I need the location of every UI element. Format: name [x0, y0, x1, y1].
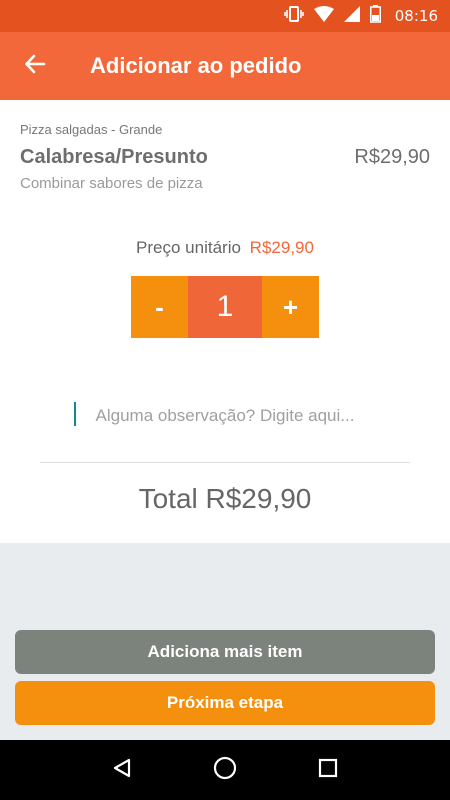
observation-field [40, 396, 410, 436]
observation-input[interactable] [40, 396, 410, 436]
status-time: 08:16 [394, 7, 438, 25]
app-bar: Adicionar ao pedido [0, 32, 450, 100]
back-triangle-icon [111, 757, 133, 784]
arrow-left-icon [24, 53, 46, 80]
product-price: R$29,90 [354, 146, 430, 168]
nav-recents-button[interactable] [308, 750, 348, 790]
order-total: Total R$29,90 [138, 483, 312, 514]
recents-square-icon [318, 758, 338, 783]
quantity-value: 1 [188, 276, 262, 338]
next-step-button[interactable]: Próxima etapa [15, 681, 435, 725]
product-category: Pizza salgadas - Grande [20, 122, 163, 137]
increase-button[interactable]: + [262, 276, 319, 338]
home-circle-icon [213, 756, 237, 785]
quantity-stepper: - 1 + [131, 276, 319, 338]
text-cursor [74, 402, 76, 426]
unit-price-label: Preço unitário [136, 238, 241, 257]
unit-price-row: Preço unitário R$29,90 [0, 238, 450, 258]
decrease-button[interactable]: - [131, 276, 188, 338]
nav-back-button[interactable] [102, 750, 142, 790]
product-subtitle: Combinar sabores de pizza [20, 175, 203, 192]
battery-icon [369, 4, 381, 28]
vibrate-icon [283, 5, 304, 28]
back-button[interactable] [0, 32, 70, 100]
page-title: Adicionar ao pedido [90, 53, 302, 78]
add-more-item-button[interactable]: Adiciona mais item [15, 630, 435, 674]
navigation-bar [0, 740, 450, 800]
status-bar: 08:16 [0, 0, 450, 32]
divider [40, 462, 410, 463]
product-name: Calabresa/Presunto [20, 146, 208, 168]
product-panel: Pizza salgadas - Grande Calabresa/Presun… [0, 100, 450, 543]
nav-home-button[interactable] [205, 750, 245, 790]
unit-price-value: R$29,90 [249, 238, 314, 257]
wifi-icon [313, 5, 334, 27]
signal-icon [343, 5, 360, 27]
